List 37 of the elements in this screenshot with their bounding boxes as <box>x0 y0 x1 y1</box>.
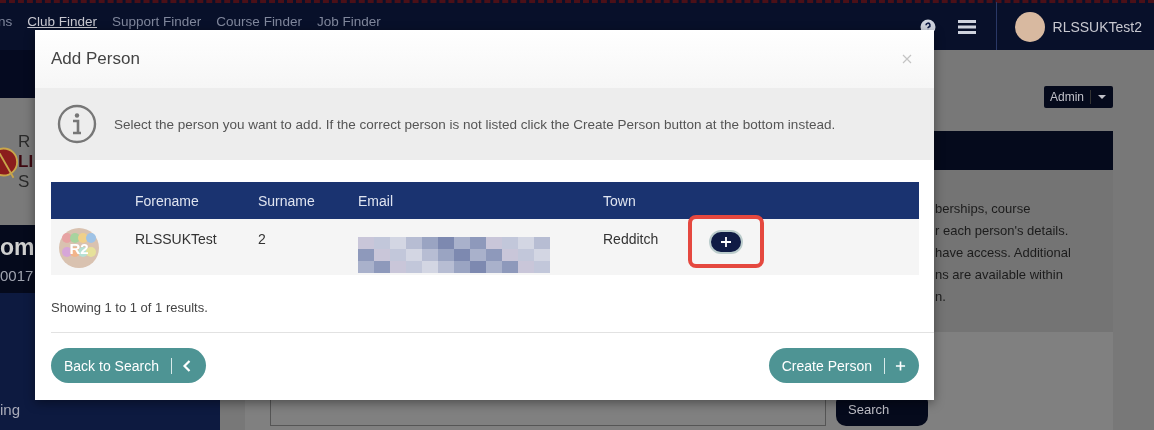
column-header: Surname <box>258 192 316 209</box>
logo-text: R <box>18 131 32 152</box>
profile-number: 0017 <box>0 267 35 284</box>
description-text: r each person's details. <box>935 222 1070 240</box>
menu-icon[interactable] <box>957 18 976 35</box>
chevron-left-icon <box>181 359 193 372</box>
dialog-title: Add Person <box>51 49 140 69</box>
nav-link[interactable]: Club Finder <box>27 14 98 29</box>
column-header: Town <box>603 192 637 209</box>
add-button[interactable] <box>709 229 743 254</box>
results-summary: Showing 1 to 1 of 1 results. <box>51 300 934 333</box>
user-name[interactable]: RLSSUKTest2 <box>1052 18 1142 35</box>
profile-name: om <box>0 233 35 262</box>
column-header: Forename <box>135 192 200 209</box>
logo-text: S <box>18 171 31 192</box>
table-cell-text: RLSSUKTest <box>135 230 218 247</box>
nav-link[interactable]: Support Finder <box>112 14 202 29</box>
sidebar-item[interactable]: ing <box>0 401 21 418</box>
table-cell-text: 2 <box>258 230 267 247</box>
logo-text: LI <box>18 151 34 172</box>
create-button[interactable]: Create Person <box>768 348 919 383</box>
plus-icon <box>895 359 906 372</box>
nav-link[interactable]: Course Finder <box>216 14 302 29</box>
description-text: berships, course <box>935 200 1032 218</box>
user-avatar[interactable] <box>1014 11 1045 42</box>
admin-dropdown-button[interactable]: Admin <box>1044 86 1113 108</box>
description-text: n. <box>935 288 947 306</box>
column-header: Email <box>358 192 394 209</box>
back-button[interactable]: Back to Search <box>51 348 206 383</box>
description-text: ns are available within <box>935 266 1064 284</box>
description-text: have access. Additional <box>935 244 1072 262</box>
nav-link[interactable]: Job Finder <box>316 14 381 29</box>
avatar: R2 <box>59 228 99 268</box>
plus-icon <box>720 235 732 248</box>
table-cell-text: Redditch <box>603 230 660 247</box>
info-icon <box>57 104 97 144</box>
info-text: Select the person you want to add. If the correct person is not listed click the Create Person button at the bottom instead. <box>114 116 836 132</box>
